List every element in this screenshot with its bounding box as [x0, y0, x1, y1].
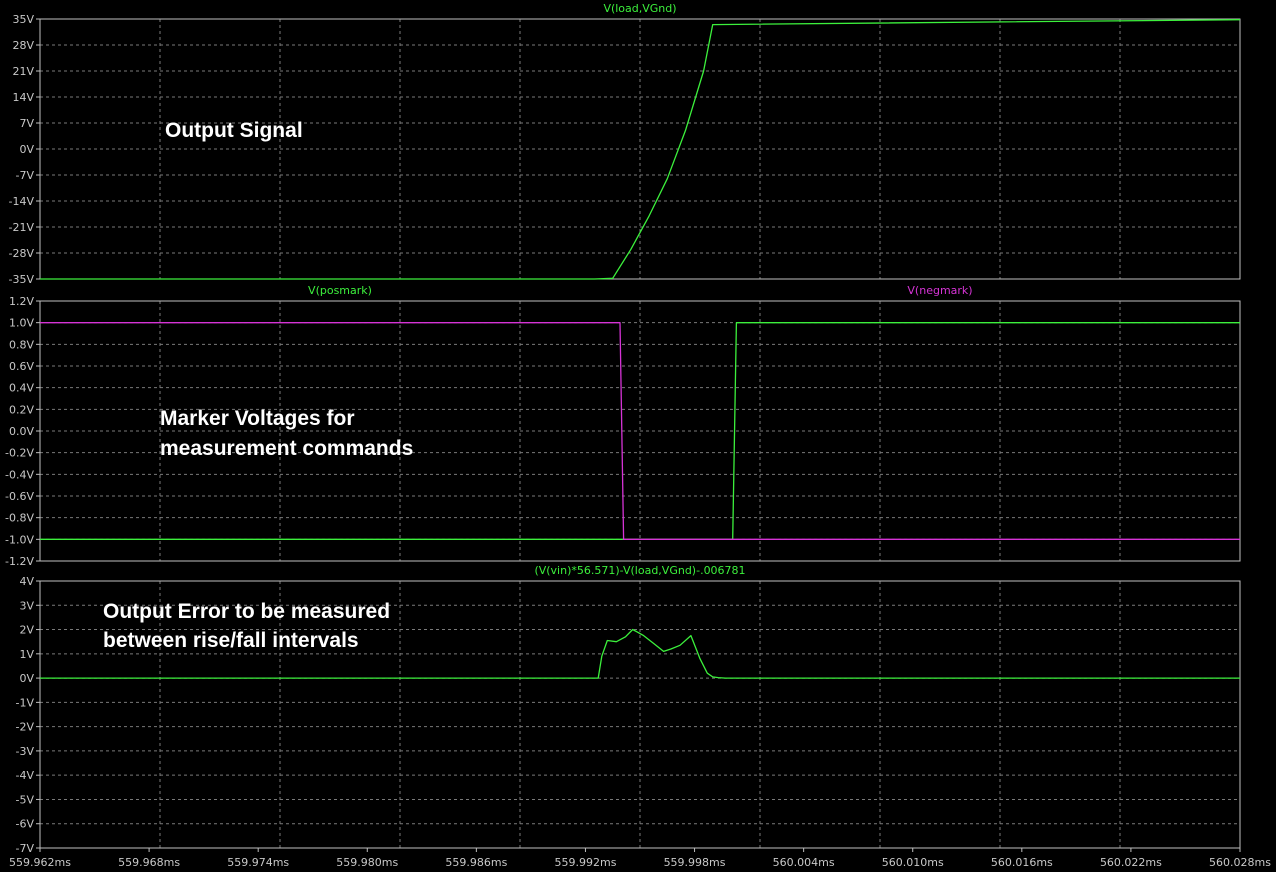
y-tick-label: -1.2V [5, 555, 34, 568]
trace-label[interactable]: (V(vin)*56.571)-V(load,VGnd)-.006781 [534, 564, 745, 577]
x-tick-label: 559.986ms [445, 856, 507, 869]
y-tick-label: -28V [9, 247, 35, 260]
annotation-text: Marker Voltages for [160, 407, 355, 430]
x-tick-label: 560.028ms [1209, 856, 1271, 869]
annotation-text: measurement commands [160, 437, 413, 460]
y-tick-label: -2V [16, 721, 35, 734]
annotation-text: Output Signal [165, 119, 303, 142]
annotation-text: Output Error to be measured [103, 600, 390, 623]
y-tick-label: -1V [16, 696, 35, 709]
annotation-text: between rise/fall intervals [103, 629, 359, 652]
y-tick-label: 0.6V [9, 360, 34, 373]
y-tick-label: 7V [19, 117, 34, 130]
x-tick-label: 560.004ms [773, 856, 835, 869]
y-tick-label: 1.0V [9, 317, 34, 330]
y-tick-label: 0V [19, 143, 34, 156]
y-tick-label: -6V [16, 818, 35, 831]
y-tick-label: -0.2V [5, 447, 34, 460]
y-tick-label: 28V [12, 39, 34, 52]
y-tick-label: -21V [9, 221, 35, 234]
y-tick-label: 0V [19, 672, 34, 685]
y-tick-label: 0.8V [9, 338, 34, 351]
y-tick-label: -3V [16, 745, 35, 758]
trace-label[interactable]: V(load,VGnd) [603, 2, 676, 15]
y-tick-label: -0.6V [5, 490, 34, 503]
y-tick-label: -0.8V [5, 512, 34, 525]
x-tick-label: 560.022ms [1100, 856, 1162, 869]
x-tick-label: 559.998ms [664, 856, 726, 869]
x-tick-label: 560.010ms [882, 856, 944, 869]
x-tick-label: 559.962ms [9, 856, 71, 869]
y-tick-label: -0.4V [5, 468, 34, 481]
y-tick-label: 2V [19, 624, 34, 637]
trace-label[interactable]: V(posmark) [308, 284, 372, 297]
y-tick-label: 35V [12, 13, 34, 26]
waveform-viewer[interactable]: 35V 28V 21V 14V 7V 0V -7V -14V -21V -28V -35V V(loa… [0, 0, 1276, 872]
y-tick-label: 4V [19, 575, 34, 588]
x-tick-label: 559.974ms [227, 856, 289, 869]
y-tick-label: -5V [16, 793, 35, 806]
y-tick-label: -7V [16, 169, 35, 182]
x-tick-label: 560.016ms [991, 856, 1053, 869]
y-tick-label: -1.0V [5, 533, 34, 546]
x-tick-label: 559.992ms [554, 856, 616, 869]
x-tick-label: 559.968ms [118, 856, 180, 869]
x-tick-label: 559.980ms [336, 856, 398, 869]
y-tick-label: 0.2V [9, 403, 34, 416]
y-tick-label: 1V [19, 648, 34, 661]
trace-label[interactable]: V(negmark) [907, 284, 972, 297]
y-tick-label: 1.2V [9, 295, 34, 308]
y-tick-label: -4V [16, 769, 35, 782]
y-tick-label: 21V [12, 65, 34, 78]
y-tick-label: 0.4V [9, 382, 34, 395]
y-tick-label: -14V [9, 195, 35, 208]
y-tick-label: 0.0V [9, 425, 34, 438]
y-tick-label: 14V [12, 91, 34, 104]
y-tick-label: -7V [16, 842, 35, 855]
y-tick-label: 3V [19, 599, 34, 612]
y-tick-label: -35V [9, 273, 35, 286]
